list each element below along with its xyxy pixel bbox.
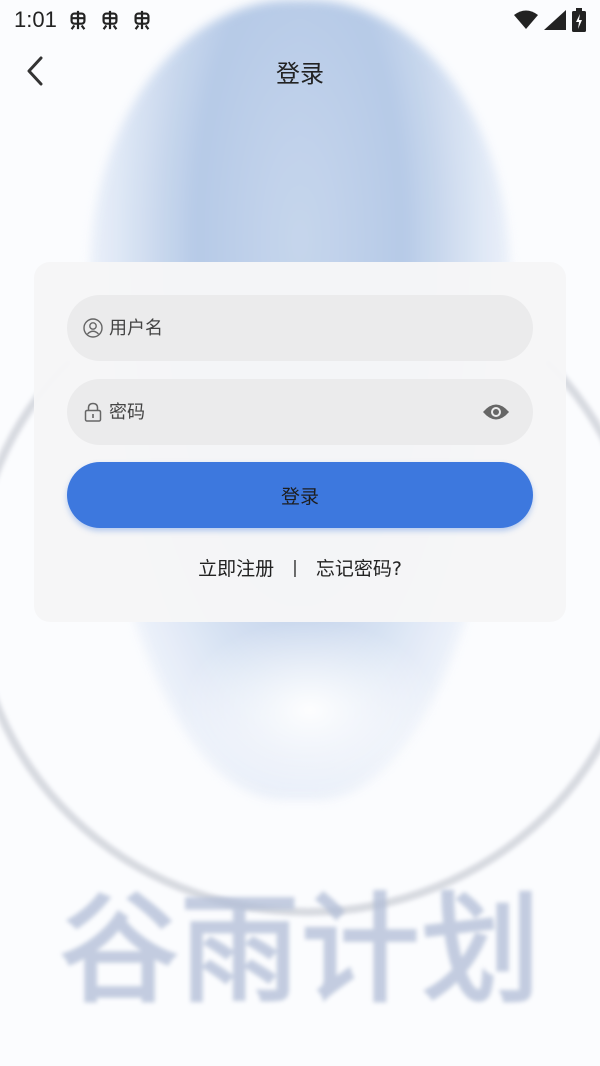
- status-left: 1:01: [14, 7, 153, 33]
- bug-icon: [70, 10, 86, 30]
- page-title: 登录: [276, 60, 324, 88]
- password-field[interactable]: [67, 379, 533, 445]
- register-link[interactable]: 立即注册: [198, 554, 274, 581]
- bug-icon: [134, 10, 150, 30]
- background-glow: [180, 620, 440, 800]
- logo-char: 谷: [60, 881, 179, 1019]
- user-icon: [83, 318, 103, 338]
- navigation-bar: 登录: [0, 40, 600, 102]
- logo-char: 计: [301, 881, 420, 1019]
- password-input[interactable]: [109, 392, 449, 432]
- battery-icon: [572, 8, 586, 32]
- signal-icon: [544, 10, 566, 30]
- wifi-icon: [514, 10, 538, 29]
- username-input[interactable]: [109, 308, 449, 348]
- links-separator: |: [292, 557, 298, 578]
- logo-char: 雨: [180, 881, 299, 1019]
- status-bar: 1:01: [0, 0, 600, 40]
- bug-icon: [102, 10, 118, 30]
- logo-char: 划: [421, 881, 540, 1019]
- background-logo-watermark: 谷 雨 计 划: [60, 860, 540, 1040]
- forgot-password-link[interactable]: 忘记密码?: [316, 554, 402, 581]
- toggle-password-visibility-button[interactable]: [481, 399, 511, 425]
- auth-links: 立即注册 | 忘记密码?: [34, 554, 566, 581]
- lock-icon: [83, 402, 103, 422]
- username-field[interactable]: [67, 295, 533, 361]
- status-right: [514, 8, 586, 32]
- login-card: 登录 立即注册 | 忘记密码?: [34, 262, 566, 622]
- status-time: 1:01: [14, 7, 57, 32]
- eye-icon: [483, 404, 509, 420]
- login-button[interactable]: 登录: [67, 462, 533, 528]
